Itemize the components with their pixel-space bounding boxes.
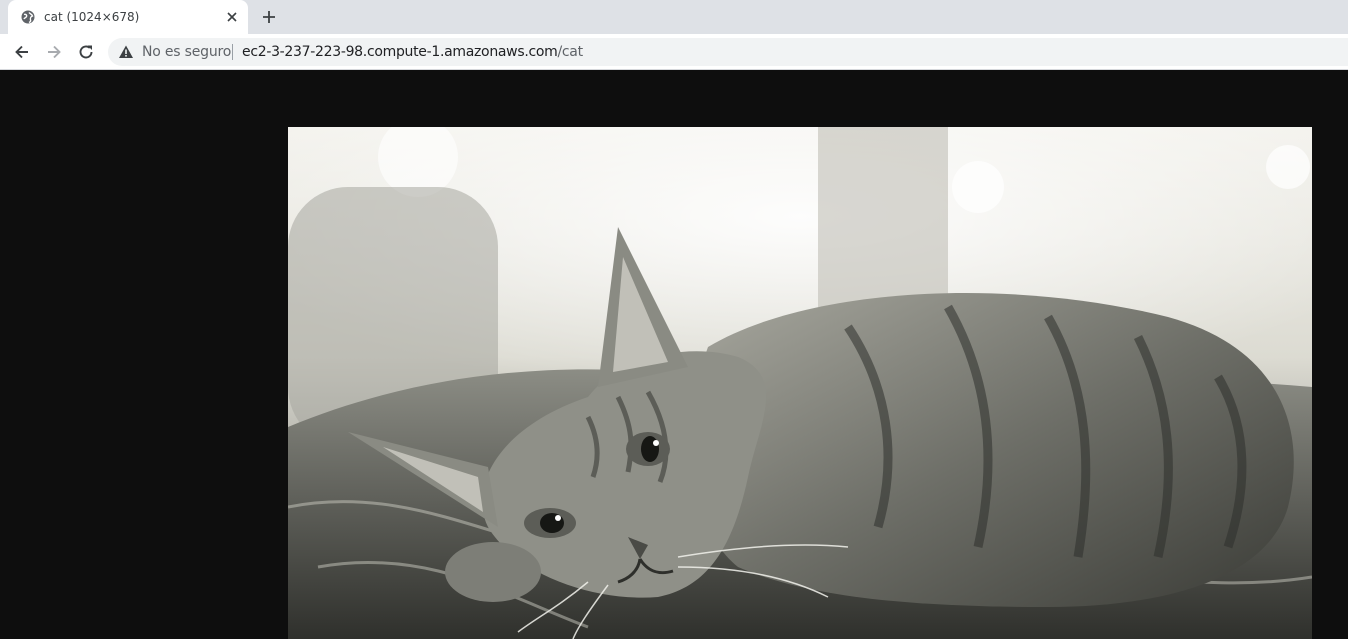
browser-toolbar: No es seguro ec2-3-237-223-98.compute-1.…	[0, 34, 1348, 70]
arrow-right-icon[interactable]	[44, 42, 64, 62]
url-host: ec2-3-237-223-98.compute-1.amazonaws.com	[242, 44, 558, 60]
address-bar[interactable]: No es seguro ec2-3-237-223-98.compute-1.…	[108, 38, 1348, 66]
browser-tab[interactable]: cat (1024×678)	[8, 0, 248, 34]
tab-title: cat (1024×678)	[44, 10, 140, 24]
cat-image[interactable]	[288, 127, 1312, 639]
separator	[232, 44, 233, 60]
cat-photo-illustration	[288, 127, 1312, 639]
security-status[interactable]: No es seguro	[142, 44, 231, 60]
globe-icon	[21, 10, 35, 24]
url-text[interactable]: ec2-3-237-223-98.compute-1.amazonaws.com…	[242, 44, 583, 60]
url-path: /cat	[557, 44, 583, 60]
arrow-left-icon[interactable]	[12, 42, 32, 62]
reload-icon[interactable]	[76, 42, 96, 62]
page-viewport	[0, 71, 1348, 639]
warning-triangle-icon[interactable]	[118, 44, 134, 60]
new-tab-icon[interactable]	[260, 8, 278, 26]
close-icon[interactable]	[224, 9, 240, 25]
tab-strip: cat (1024×678)	[0, 0, 1348, 34]
